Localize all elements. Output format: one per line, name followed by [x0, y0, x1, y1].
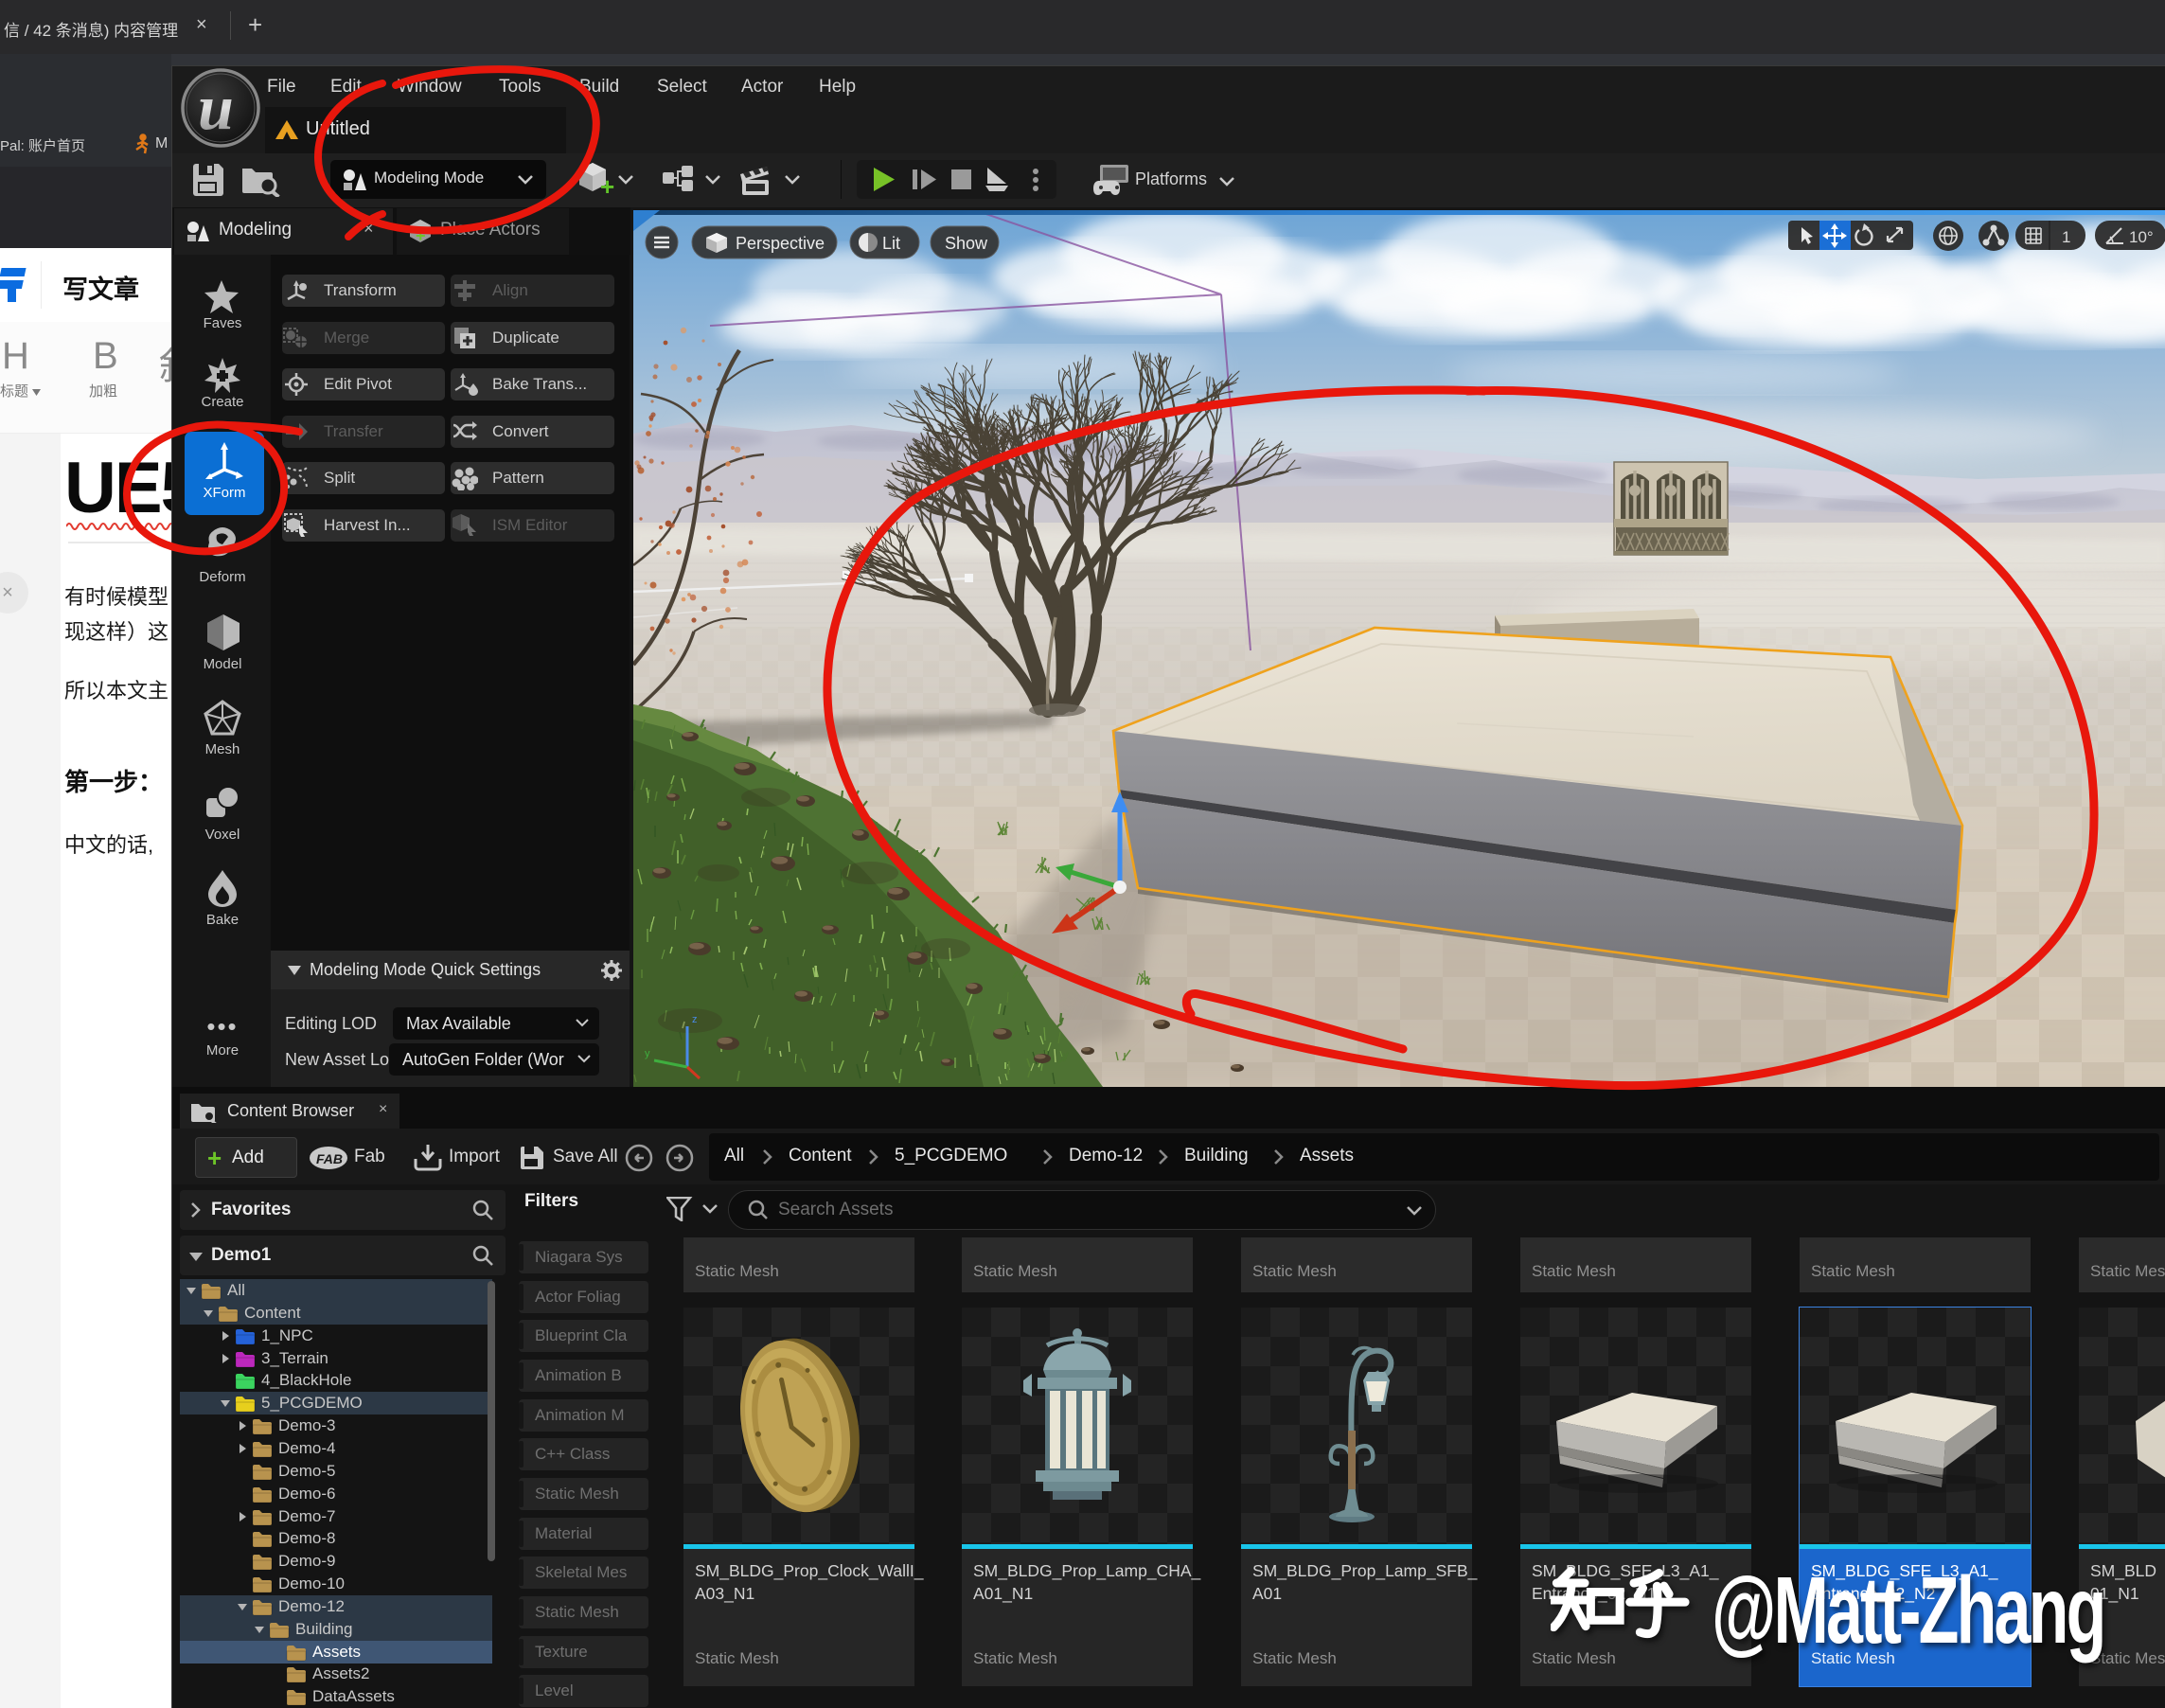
svg-text:Show: Show: [945, 234, 988, 253]
svg-text:+: +: [600, 172, 614, 199]
svg-text:+: +: [416, 226, 426, 243]
svg-text:Perspective: Perspective: [736, 234, 825, 253]
svg-text:u: u: [198, 71, 234, 143]
svg-text:z: z: [692, 1014, 698, 1025]
svg-text:y: y: [645, 1048, 650, 1059]
svg-text:1: 1: [2062, 228, 2070, 246]
svg-text:10°: 10°: [2129, 228, 2154, 246]
svg-text:Lit: Lit: [882, 234, 900, 253]
svg-text:FAB: FAB: [316, 1151, 343, 1166]
